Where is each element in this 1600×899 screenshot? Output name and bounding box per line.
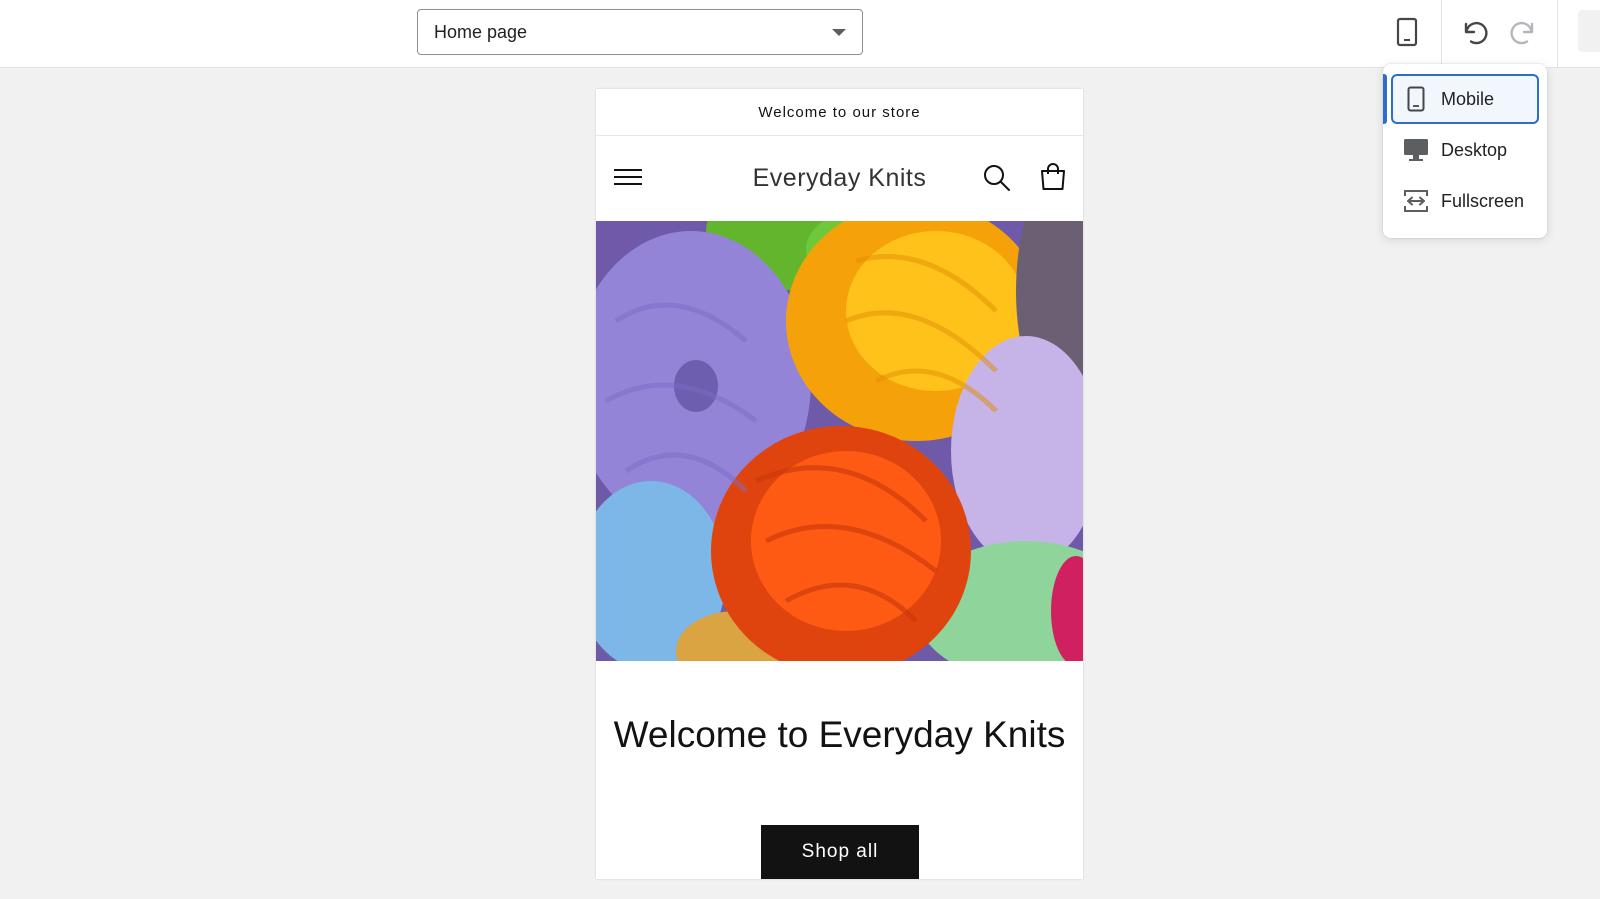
menu-item-label: Mobile [1441,88,1495,109]
announcement-bar: Welcome to our store [596,89,1083,136]
menu-item-mobile[interactable]: Mobile [1391,74,1539,124]
device-menu: Mobile Desktop Fullscreen [1383,64,1547,238]
search-icon[interactable] [981,162,1013,194]
undo-icon [1460,18,1490,51]
page-select[interactable]: Home page [417,9,863,55]
menu-item-label: Desktop [1441,139,1508,160]
redo-button[interactable] [1501,12,1545,56]
active-indicator [1383,74,1387,124]
page-select-value: Home page [434,21,528,42]
top-toolbar: Home page [0,0,1600,68]
toolbar-divider [1441,0,1442,68]
cart-icon[interactable] [1037,162,1069,194]
caret-down-icon [832,29,846,36]
storefront-preview: Welcome to our store Everyday Knits Welc… [596,89,1083,879]
save-button-edge[interactable] [1578,10,1600,52]
mobile-icon [1403,86,1429,112]
menu-item-label: Fullscreen [1441,190,1525,211]
device-preview-button[interactable] [1385,12,1429,56]
menu-item-fullscreen[interactable]: Fullscreen [1391,176,1539,226]
hero-image [596,221,1083,661]
store-header: Everyday Knits [596,136,1083,221]
toolbar-divider [1557,0,1558,68]
menu-item-desktop[interactable]: Desktop [1391,125,1539,175]
desktop-icon [1403,137,1429,163]
fullscreen-icon [1403,188,1429,214]
shop-all-button[interactable]: Shop all [761,825,919,879]
undo-button[interactable] [1453,12,1497,56]
redo-icon [1508,18,1538,51]
mobile-icon [1396,17,1418,52]
announcement-text: Welcome to our store [758,103,921,121]
hero-title: Welcome to Everyday Knits [613,714,1066,755]
